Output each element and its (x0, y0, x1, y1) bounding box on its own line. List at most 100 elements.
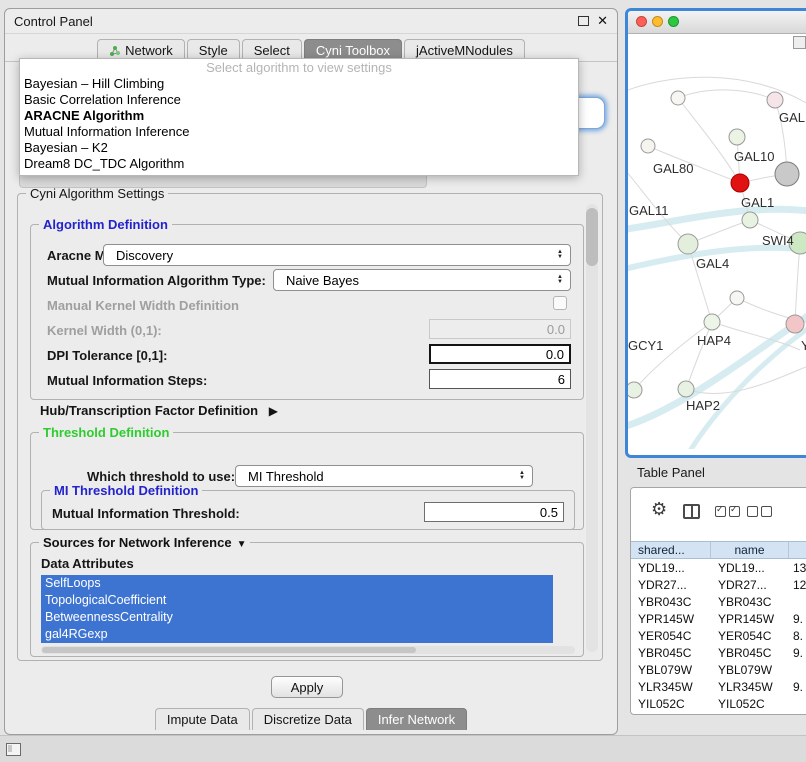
table-cell: YLR345W (631, 680, 711, 694)
close-icon[interactable]: ✕ (597, 15, 608, 27)
network-edge[interactable] (795, 243, 800, 324)
attributes-hscrollbar[interactable] (41, 646, 575, 654)
table-cell: YER054C (631, 629, 711, 643)
mi-threshold-input[interactable] (424, 502, 564, 522)
table-header[interactable]: shared...name (631, 541, 806, 559)
which-threshold-combobox[interactable]: MI Threshold (235, 465, 533, 487)
columns-icon[interactable] (683, 504, 700, 519)
tab-infer-network[interactable]: Infer Network (366, 708, 467, 730)
network-window-titlebar[interactable] (628, 11, 806, 34)
data-attribute-item[interactable]: gal4RGexp (41, 626, 553, 643)
table-row[interactable]: YBL079WYBL079W (631, 661, 806, 678)
node-label: HAP4 (697, 333, 731, 348)
tab-discretize-data[interactable]: Discretize Data (252, 708, 364, 730)
table-cell: YDL19... (711, 561, 789, 575)
network-node[interactable] (730, 291, 744, 305)
network-node[interactable] (704, 314, 720, 330)
float-window-icon[interactable] (578, 16, 589, 26)
table-row[interactable]: YDR27...YDR27...12 (631, 576, 806, 593)
desktop: Control Panel ✕ Network Style Select (0, 0, 806, 762)
dpi-tolerance-label: DPI Tolerance [0,1]: (47, 348, 167, 363)
column-header[interactable]: name (711, 542, 789, 558)
node-label: GAL4 (696, 256, 729, 271)
sources-title-text: Sources for Network Inference (43, 535, 232, 550)
algorithm-option[interactable]: Dream8 DC_TDC Algorithm (20, 156, 578, 172)
which-threshold-label: Which threshold to use: (87, 469, 235, 484)
table-cell: YBR045C (711, 646, 789, 660)
select-all-icon[interactable] (715, 506, 740, 517)
network-edge[interactable] (678, 90, 775, 100)
table-panel-title: Table Panel (637, 465, 705, 480)
network-node[interactable] (731, 174, 749, 192)
table-row[interactable]: YPR145WYPR145W9. (631, 610, 806, 627)
unchecked-box-icon (761, 506, 772, 517)
algorithm-dropdown-popup: Select algorithm to view settings Bayesi… (19, 58, 579, 176)
dpi-tolerance-input[interactable] (429, 344, 571, 364)
network-canvas[interactable]: GALGAL80GAL10GAL11GAL1SWI4GAL4GCY1HAP4HA… (628, 34, 806, 449)
tab-label: Cyni Toolbox (316, 43, 390, 58)
network-node[interactable] (729, 129, 745, 145)
table-row[interactable]: YBR045CYBR045C9. (631, 644, 806, 661)
table-row[interactable]: YER054CYER054C8. (631, 627, 806, 644)
data-attributes-list[interactable]: SelfLoopsTopologicalCoefficientBetweenne… (41, 575, 553, 643)
zoom-traffic-light[interactable] (668, 16, 679, 27)
hub-definition-toggle[interactable]: Hub/Transcription Factor Definition ▶ (40, 403, 278, 418)
algorithm-option[interactable]: Bayesian – Hill Climbing (20, 76, 578, 92)
combo-arrows-icon (515, 471, 529, 481)
network-node[interactable] (641, 139, 655, 153)
table-row[interactable]: YIL052CYIL052C (631, 695, 806, 712)
data-attribute-item[interactable]: BetweennessCentrality (41, 609, 553, 626)
gear-icon[interactable]: ⚙ (651, 499, 667, 519)
network-node[interactable] (742, 212, 758, 228)
mi-steps-input[interactable] (429, 369, 571, 389)
tab-impute-data[interactable]: Impute Data (155, 708, 250, 730)
network-node[interactable] (671, 91, 685, 105)
algorithm-option[interactable]: Bayesian – K2 (20, 140, 578, 156)
collapse-down-icon: ▼ (237, 539, 247, 550)
minimize-traffic-light[interactable] (652, 16, 663, 27)
network-node[interactable] (678, 381, 694, 397)
algorithm-option[interactable]: Mutual Information Inference (20, 124, 578, 140)
network-node[interactable] (628, 382, 642, 398)
column-header[interactable] (789, 542, 806, 558)
deselect-all-icon[interactable] (747, 506, 772, 517)
panel-toggle-icon[interactable] (6, 743, 21, 756)
data-attribute-item[interactable]: TopologicalCoefficient (41, 592, 553, 609)
network-node[interactable] (775, 162, 799, 186)
network-node[interactable] (678, 234, 698, 254)
manual-kernel-checkbox[interactable] (553, 296, 567, 310)
table-row[interactable]: YDL19...YDL19...13 (631, 559, 806, 576)
algorithm-selector-remnant (19, 176, 427, 188)
table-row[interactable]: YLR345WYLR345W9. (631, 678, 806, 695)
kernel-width-input[interactable] (429, 319, 571, 339)
network-node[interactable] (767, 92, 783, 108)
column-header[interactable]: shared... (631, 542, 711, 558)
mi-type-combobox[interactable]: Naive Bayes (273, 269, 571, 291)
overview-toggle-icon[interactable] (793, 36, 806, 49)
node-label: SWI4 (762, 233, 794, 248)
tab-label: Style (199, 43, 228, 58)
settings-vscrollbar[interactable] (586, 204, 598, 652)
close-traffic-light[interactable] (636, 16, 647, 27)
table-row[interactable]: YBR043CYBR043C (631, 593, 806, 610)
table-cell: YBR043C (711, 595, 789, 609)
table-cell: 13 (789, 561, 806, 575)
mi-threshold-group: MI Threshold Definition Mutual Informati… (41, 490, 575, 530)
combo-arrows-icon (553, 275, 567, 285)
apply-button[interactable]: Apply (271, 676, 343, 698)
network-node[interactable] (786, 315, 804, 333)
table-cell: YDL19... (631, 561, 711, 575)
checked-box-icon (715, 506, 726, 517)
table-cell: 8. (789, 629, 806, 643)
control-panel-titlebar[interactable]: Control Panel ✕ (5, 9, 617, 34)
vscrollbar-thumb[interactable] (586, 208, 598, 266)
panel-title: Control Panel (14, 14, 93, 29)
hscrollbar-thumb[interactable] (42, 647, 416, 653)
table-cell: YPR145W (711, 612, 789, 626)
sources-group-title[interactable]: Sources for Network Inference ▼ (39, 535, 250, 550)
algorithm-option[interactable]: ARACNE Algorithm (20, 108, 578, 124)
node-label: GAL (779, 110, 805, 125)
data-attribute-item[interactable]: SelfLoops (41, 575, 553, 592)
algorithm-option[interactable]: Basic Correlation Inference (20, 92, 578, 108)
aracne-mode-combobox[interactable]: Discovery (103, 244, 571, 266)
